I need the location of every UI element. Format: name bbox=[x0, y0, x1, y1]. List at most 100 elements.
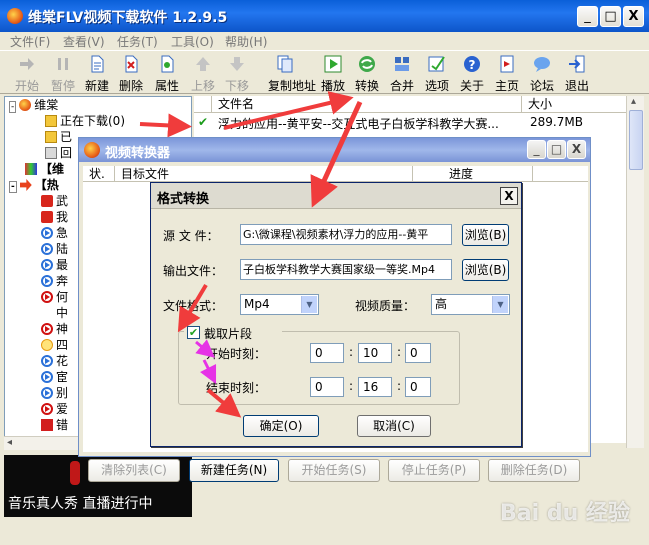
file-format-value: Mp4 bbox=[244, 297, 270, 311]
file-size: 289.7MB bbox=[530, 115, 583, 129]
main-titlebar[interactable]: 维棠FLV视频下载软件 1.2.9.5 _ □ X bbox=[0, 0, 649, 32]
play-circle-icon bbox=[41, 227, 53, 239]
start-second-input[interactable]: 0 bbox=[405, 343, 431, 363]
toolbar-properties-button[interactable]: 属性 bbox=[150, 53, 184, 95]
end-second-input[interactable]: 0 bbox=[405, 377, 431, 397]
collapse-icon[interactable]: - bbox=[9, 101, 17, 113]
menu-help[interactable]: 帮助(H) bbox=[225, 33, 267, 50]
clip-segment-checkbox[interactable]: ✔ bbox=[187, 326, 200, 339]
toolbar-options-button[interactable]: 选项 bbox=[420, 53, 454, 95]
window-title: 维棠FLV视频下载软件 1.2.9.5 bbox=[28, 10, 228, 26]
column-status[interactable] bbox=[194, 96, 212, 112]
clip-segment-label: 截取片段 bbox=[204, 327, 253, 341]
file-list-vertical-scrollbar[interactable]: ▴ bbox=[626, 96, 644, 448]
toolbar-new-button[interactable]: 新建 bbox=[80, 53, 114, 95]
pause-icon bbox=[58, 58, 68, 70]
toolbar-copy-address-button[interactable]: 复制地址 bbox=[268, 53, 316, 95]
menu-tools[interactable]: 工具(O) bbox=[171, 33, 214, 50]
toolbar-convert-button[interactable]: 转换 bbox=[350, 53, 384, 95]
format-dialog-titlebar[interactable]: 格式转换 X bbox=[151, 183, 521, 209]
format-dialog-title: 格式转换 bbox=[157, 192, 210, 207]
source-file-field[interactable]: G:\微课程\视频素材\浮力的应用--黄平 bbox=[240, 224, 452, 245]
chevron-down-icon[interactable]: ▼ bbox=[301, 296, 317, 313]
play-icon bbox=[324, 55, 342, 73]
column-filename[interactable]: 文件名 bbox=[212, 96, 522, 112]
menu-view[interactable]: 查看(V) bbox=[63, 33, 105, 50]
toolbar-start-button[interactable]: 开始 bbox=[10, 53, 44, 95]
scroll-up-icon[interactable]: ▴ bbox=[631, 96, 636, 107]
source-browse-button[interactable]: 浏览(B) bbox=[462, 224, 509, 246]
play-circle-icon bbox=[41, 387, 53, 399]
time-separator: : bbox=[397, 379, 402, 393]
menu-file[interactable]: 文件(F) bbox=[10, 33, 50, 50]
toolbar-homepage-button[interactable]: 主页 bbox=[490, 53, 524, 95]
banner-text: 音乐真人秀 直播进行中 bbox=[8, 496, 153, 512]
toolbar-move-up-button[interactable]: 上移 bbox=[186, 53, 220, 95]
folder-download-icon bbox=[45, 115, 57, 127]
ok-button[interactable]: 确定(O) bbox=[243, 415, 319, 437]
output-file-field[interactable]: 子白板学科教学大赛国家级一等奖.Mp4 bbox=[240, 259, 452, 280]
column-progress[interactable]: 进度 bbox=[413, 166, 533, 182]
chevron-down-icon[interactable]: ▼ bbox=[492, 296, 508, 313]
smiley-icon bbox=[41, 339, 53, 351]
column-status[interactable]: 状. bbox=[83, 166, 115, 182]
start-minute-input[interactable]: 10 bbox=[358, 343, 392, 363]
toolbar-about-button[interactable]: ? 关于 bbox=[455, 53, 489, 95]
video-quality-select[interactable]: 高 ▼ bbox=[431, 294, 510, 315]
toolbar-pause-button[interactable]: 暂停 bbox=[46, 53, 80, 95]
time-separator: : bbox=[397, 345, 402, 359]
delete-icon bbox=[125, 55, 138, 73]
column-size[interactable]: 大小 bbox=[522, 96, 626, 112]
start-time-label: 开始时刻： bbox=[206, 347, 267, 361]
play-circle-icon bbox=[41, 275, 53, 287]
toolbar-delete-button[interactable]: 删除 bbox=[114, 53, 148, 95]
converter-maximize-button[interactable]: □ bbox=[547, 140, 566, 159]
minimize-button[interactable]: _ bbox=[577, 6, 598, 27]
column-target-file[interactable]: 目标文件 bbox=[115, 166, 413, 182]
format-dialog-close-button[interactable]: X bbox=[500, 187, 518, 205]
file-format-select[interactable]: Mp4 ▼ bbox=[240, 294, 319, 315]
play-circle-icon bbox=[41, 355, 53, 367]
scroll-left-icon[interactable]: ◂ bbox=[7, 437, 12, 448]
start-hour-input[interactable]: 0 bbox=[310, 343, 344, 363]
delete-task-button[interactable]: 删除任务(D) bbox=[488, 459, 580, 482]
scroll-thumb[interactable] bbox=[629, 110, 643, 170]
exit-icon bbox=[569, 55, 585, 73]
copy-address-icon bbox=[277, 55, 293, 73]
clear-list-button[interactable]: 清除列表(C) bbox=[88, 459, 180, 482]
trash-icon bbox=[45, 147, 57, 159]
properties-icon bbox=[161, 55, 174, 73]
converter-list-header: 状. 目标文件 进度 bbox=[83, 166, 588, 182]
file-list-header: 文件名 大小 bbox=[194, 96, 626, 113]
play-circle-icon bbox=[41, 291, 53, 303]
toolbar-exit-button[interactable]: 退出 bbox=[560, 53, 594, 95]
start-task-button[interactable]: 开始任务(S) bbox=[288, 459, 380, 482]
end-hour-input[interactable]: 0 bbox=[310, 377, 344, 397]
menu-task[interactable]: 任务(T) bbox=[117, 33, 158, 50]
converter-titlebar[interactable]: 视频转换器 _ □ X bbox=[79, 138, 590, 162]
output-browse-button[interactable]: 浏览(B) bbox=[462, 259, 509, 281]
format-convert-dialog[interactable]: 格式转换 X 源 文 件： G:\微课程\视频素材\浮力的应用--黄平 浏览(B… bbox=[150, 182, 522, 447]
table-row[interactable]: ✔ 浮力的应用--黄平安--交互式电子白板学科教学大赛... 289.7MB bbox=[194, 115, 626, 131]
tree-root[interactable]: - 维棠 bbox=[5, 97, 191, 113]
move-down-icon bbox=[230, 57, 244, 71]
stop-task-button[interactable]: 停止任务(P) bbox=[388, 459, 480, 482]
cancel-button[interactable]: 取消(C) bbox=[357, 415, 431, 437]
toolbar-move-down-button[interactable]: 下移 bbox=[220, 53, 254, 95]
toolbar-merge-button[interactable]: 合并 bbox=[385, 53, 419, 95]
new-task-button[interactable]: 新建任务(N) bbox=[189, 459, 279, 482]
toolbar-forum-button[interactable]: 论坛 bbox=[525, 53, 559, 95]
channel-logo-icon bbox=[41, 195, 53, 207]
collapse-icon[interactable]: - bbox=[9, 181, 17, 193]
converter-minimize-button[interactable]: _ bbox=[527, 140, 546, 159]
end-minute-input[interactable]: 16 bbox=[358, 377, 392, 397]
close-button[interactable]: X bbox=[623, 6, 644, 27]
tree-item-downloading[interactable]: 正在下载(0) bbox=[5, 113, 191, 129]
tv-icon bbox=[25, 163, 37, 175]
toolbar-play-button[interactable]: 播放 bbox=[316, 53, 350, 95]
le-logo-icon bbox=[41, 419, 53, 431]
toolbar: 开始 暂停 新建 删除 属性 上移 下移 复制地址 播放 转换 合并 选项 ? … bbox=[0, 50, 649, 94]
maximize-button[interactable]: □ bbox=[600, 6, 621, 27]
new-document-icon bbox=[91, 55, 104, 73]
converter-close-button[interactable]: X bbox=[567, 140, 586, 159]
